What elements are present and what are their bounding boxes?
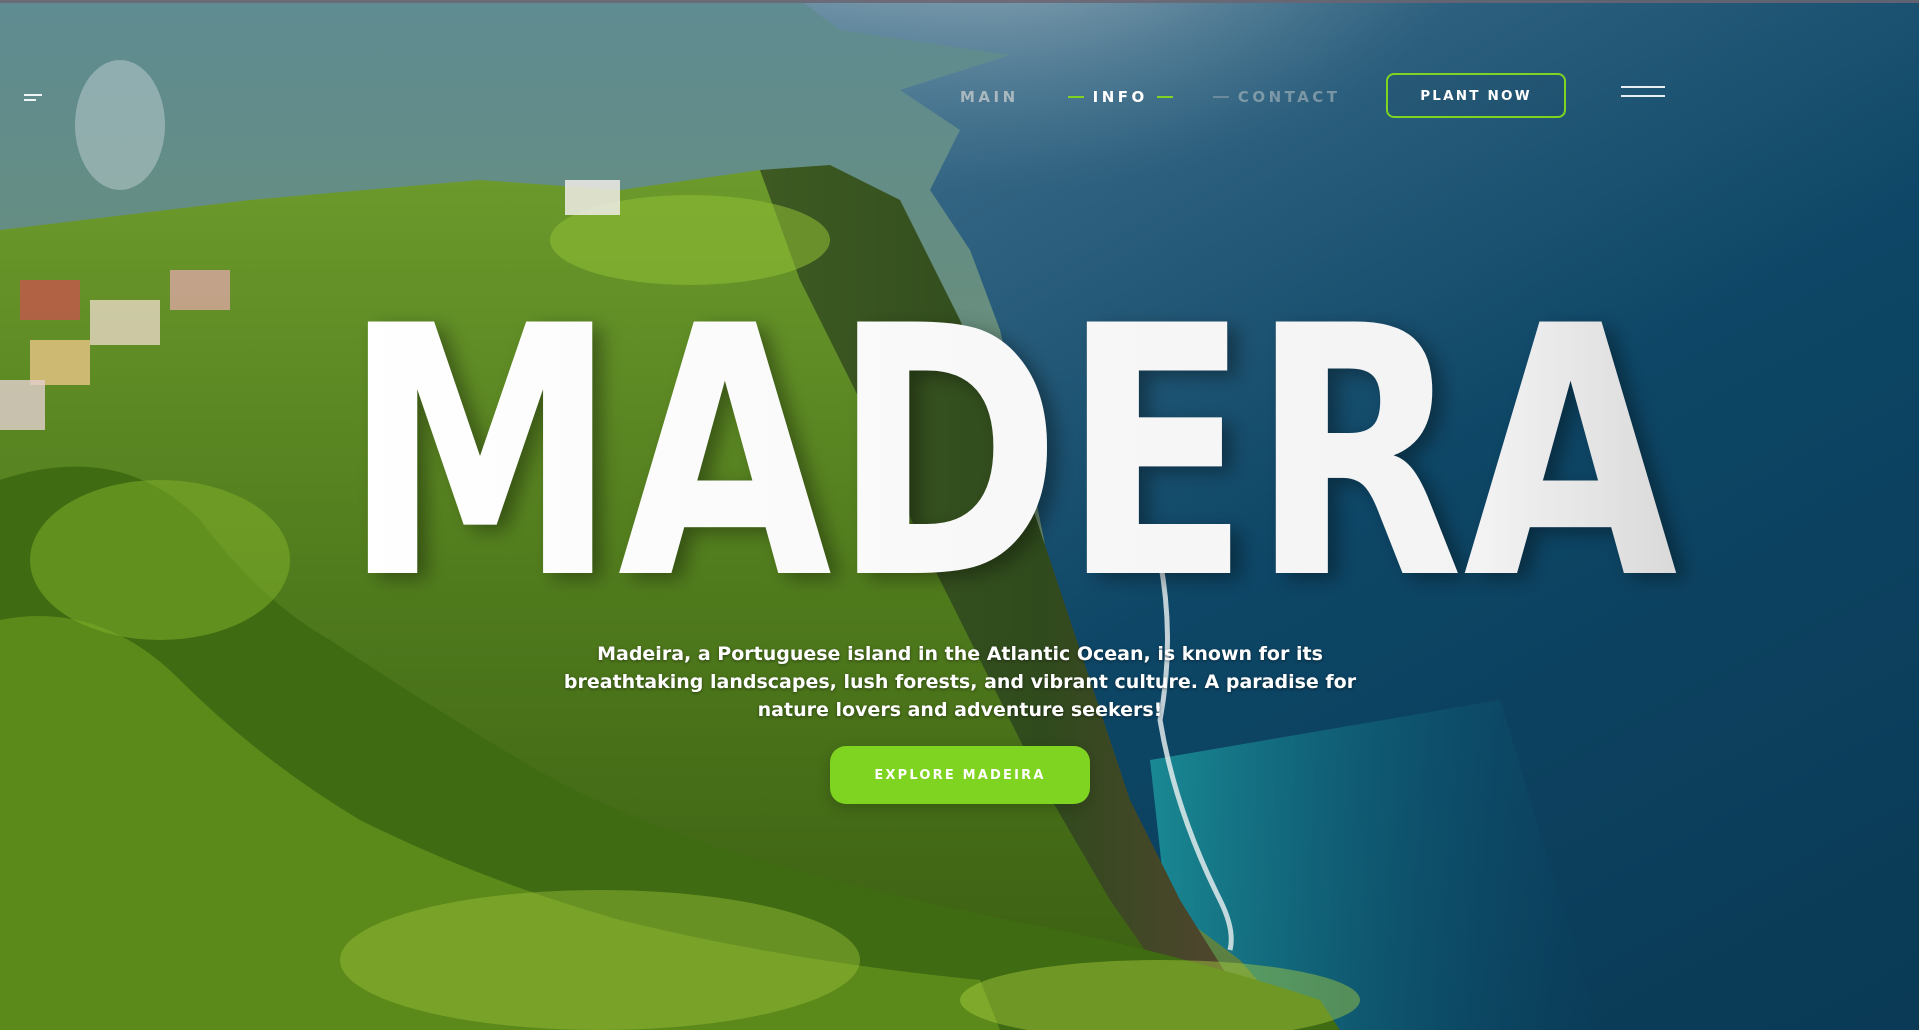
hamburger-menu-icon[interactable] [1621, 86, 1665, 106]
nav-item-contact[interactable]: CONTACT [1204, 88, 1341, 106]
nav-divider [1212, 96, 1229, 98]
hero-title-text: MADERA [343, 254, 1680, 655]
nav-item-main[interactable]: MAIN [960, 88, 1019, 106]
explore-madeira-label: EXPLORE MADEIRA [874, 767, 1046, 783]
hero-description: Madeira, a Portuguese island in the Atla… [563, 643, 1357, 721]
nav-item-label: INFO [1092, 88, 1148, 106]
nav-item-label: MAIN [960, 88, 1019, 106]
page: MAIN INFO CONTACT PLANT NOW MADERA Madei… [0, 0, 1919, 1030]
nav-item-info[interactable]: INFO [1059, 88, 1182, 106]
logo-icon[interactable] [24, 94, 42, 106]
active-indicator-right [1156, 96, 1173, 98]
nav-item-label: CONTACT [1237, 88, 1341, 106]
top-border [0, 0, 1919, 3]
plant-now-label: PLANT NOW [1420, 87, 1532, 104]
hero-title: MADERA [340, 254, 1680, 655]
main-nav: MAIN INFO CONTACT [960, 88, 1341, 106]
explore-madeira-button[interactable]: EXPLORE MADEIRA [830, 746, 1090, 804]
plant-now-button[interactable]: PLANT NOW [1386, 73, 1566, 118]
active-indicator-left [1067, 96, 1084, 98]
